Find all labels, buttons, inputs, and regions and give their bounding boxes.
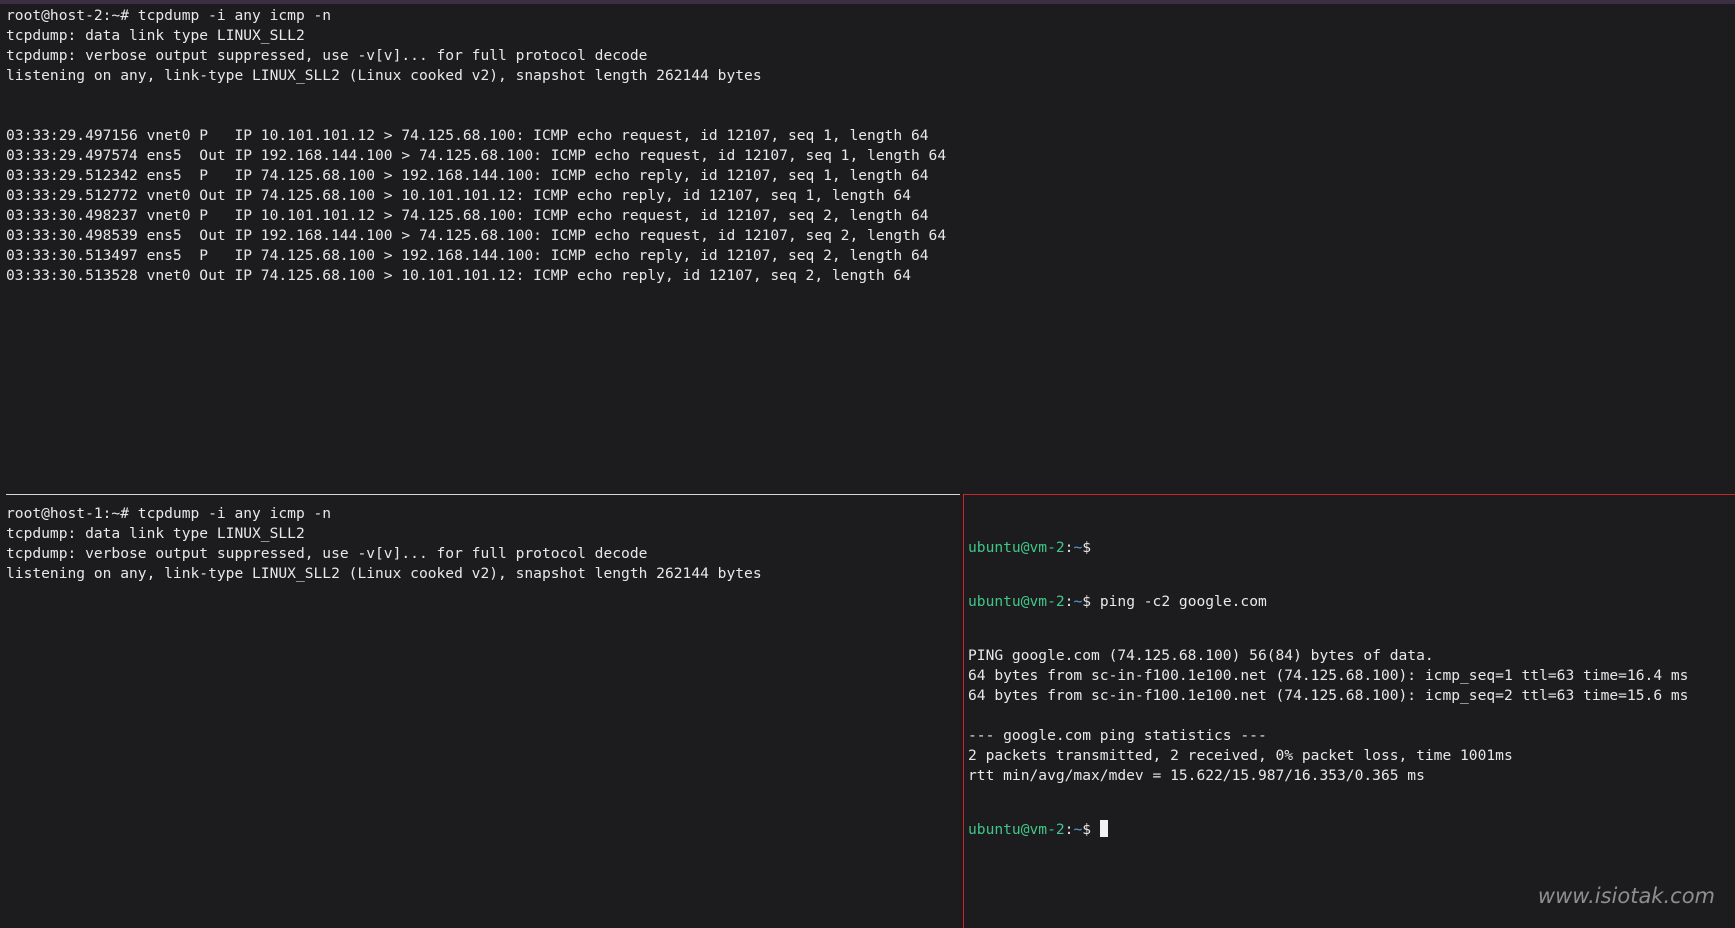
prompt-line: ubuntu@vm-2:~$ <box>968 538 1735 558</box>
prompt-path: ~ <box>1073 593 1083 610</box>
watermark: www.isiotak.com <box>1537 884 1715 908</box>
output-line: tcpdump: verbose output suppressed, use … <box>6 545 648 562</box>
output-line: tcpdump: data link type LINUX_SLL2 <box>6 525 305 542</box>
output-line: root@host-2:~# tcpdump -i any icmp -n <box>6 7 332 24</box>
text-cursor <box>1099 820 1108 837</box>
output-line: 03:33:29.512772 vnet0 Out IP 74.125.68.1… <box>6 187 911 204</box>
prompt-path: ~ <box>1073 539 1083 556</box>
terminal-pane-host-2[interactable]: root@host-2:~# tcpdump -i any icmp -n tcp… <box>0 4 1735 494</box>
prompt-user-host: ubuntu@vm-2 <box>968 593 1065 610</box>
output-line: tcpdump: data link type LINUX_SLL2 <box>6 27 305 44</box>
output-line: --- google.com ping statistics --- <box>968 727 1267 744</box>
command-text: ping -c2 google.com <box>1091 593 1267 610</box>
output-line: 03:33:29.497156 vnet0 P IP 10.101.101.12… <box>6 127 929 144</box>
terminal-output: ubuntu@vm-2:~$ ubuntu@vm-2:~$ ping -c2 g… <box>964 495 1735 874</box>
output-line: 03:33:30.498539 ens5 Out IP 192.168.144.… <box>6 227 947 244</box>
output-line: tcpdump: verbose output suppressed, use … <box>6 47 648 64</box>
prompt-symbol: $ <box>1082 593 1092 610</box>
output-line: 03:33:30.513497 ens5 P IP 74.125.68.100 … <box>6 247 929 264</box>
output-line: 64 bytes from sc-in-f100.1e100.net (74.1… <box>968 687 1689 704</box>
output-line: 64 bytes from sc-in-f100.1e100.net (74.1… <box>968 667 1689 684</box>
output-line: 03:33:30.513528 vnet0 Out IP 74.125.68.1… <box>6 267 911 284</box>
prompt-symbol: $ <box>1082 821 1092 838</box>
command-line: ubuntu@vm-2:~$ ping -c2 google.com <box>968 592 1735 612</box>
output-line: PING google.com (74.125.68.100) 56(84) b… <box>968 647 1434 664</box>
prompt-path: ~ <box>1073 821 1083 838</box>
terminal-output: root@host-1:~# tcpdump -i any icmp -n tcp… <box>0 495 962 584</box>
output-line: root@host-1:~# tcpdump -i any icmp -n <box>6 505 332 522</box>
prompt-user-host: ubuntu@vm-2 <box>968 539 1065 556</box>
terminal-output: root@host-2:~# tcpdump -i any icmp -n tcp… <box>0 4 1735 286</box>
output-line: 03:33:30.498237 vnet0 P IP 10.101.101.12… <box>6 207 929 224</box>
output-line: 03:33:29.497574 ens5 Out IP 192.168.144.… <box>6 147 947 164</box>
output-line: listening on any, link-type LINUX_SLL2 (… <box>6 565 762 582</box>
active-prompt-line[interactable]: ubuntu@vm-2:~$ <box>968 820 1735 840</box>
output-line: 03:33:29.512342 ens5 P IP 74.125.68.100 … <box>6 167 929 184</box>
output-line: listening on any, link-type LINUX_SLL2 (… <box>6 67 762 84</box>
prompt-symbol: $ <box>1082 539 1092 556</box>
prompt-user-host: ubuntu@vm-2 <box>968 821 1065 838</box>
terminal-pane-host-1[interactable]: root@host-1:~# tcpdump -i any icmp -n tcp… <box>0 495 962 928</box>
output-line: 2 packets transmitted, 2 received, 0% pa… <box>968 747 1513 764</box>
output-line: rtt min/avg/max/mdev = 15.622/15.987/16.… <box>968 767 1425 784</box>
terminal-pane-vm-2[interactable]: ubuntu@vm-2:~$ ubuntu@vm-2:~$ ping -c2 g… <box>964 495 1735 928</box>
